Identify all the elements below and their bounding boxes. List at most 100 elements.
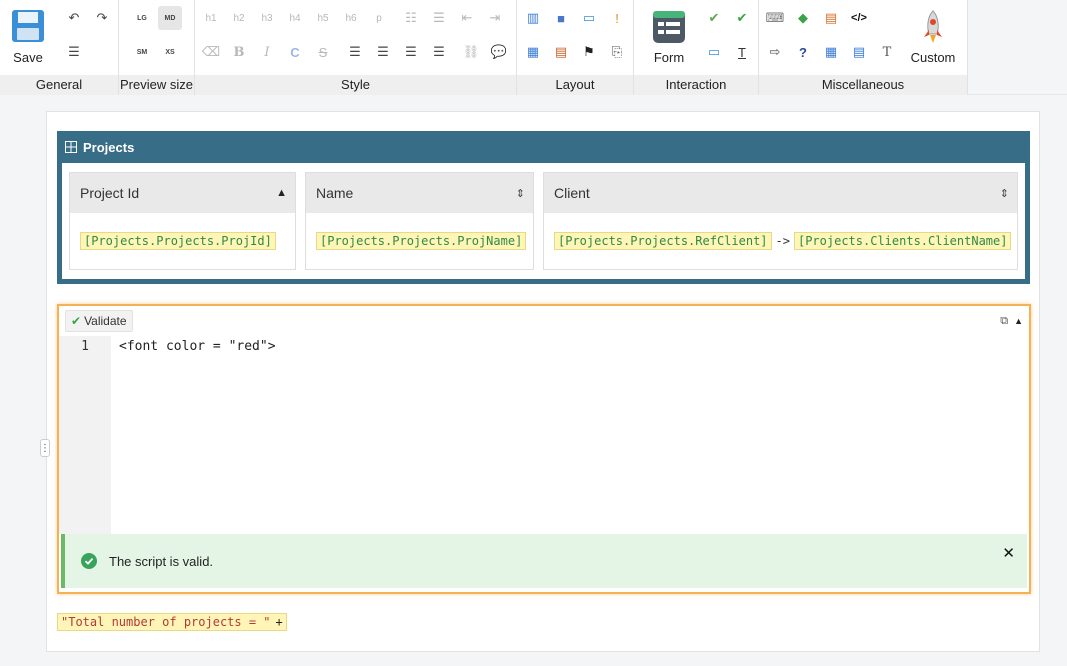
code-icon[interactable]: </>	[847, 6, 871, 30]
save-button[interactable]	[11, 9, 45, 43]
script-editor[interactable]: ✔ Validate ⧉ ▲ 1 <font color = "red"> Th…	[57, 304, 1031, 594]
align-right-icon[interactable]: ☰	[399, 40, 423, 64]
comment-icon[interactable]: 💬	[487, 40, 511, 64]
strikethrough-button[interactable]: S	[311, 40, 335, 64]
column-cell: [Projects.Projects.RefClient] -> [Projec…	[544, 213, 1017, 269]
total-expression[interactable]: "Total number of projects = " +	[57, 613, 287, 631]
custom-button[interactable]	[917, 10, 949, 44]
paragraph-button[interactable]: p	[367, 6, 391, 30]
group-label-style: Style	[195, 75, 516, 95]
report-icon[interactable]: ▤	[549, 40, 573, 64]
table-icon[interactable]: ▦	[521, 40, 545, 64]
custom-label: Custom	[910, 50, 956, 65]
check-icon: ✔	[71, 314, 82, 328]
window-icon[interactable]: ▭	[577, 6, 601, 30]
preview-md-button[interactable]: MD	[158, 6, 182, 30]
column-project-id[interactable]: Project Id ▲ [Projects.Projects.ProjId]	[69, 172, 296, 270]
close-icon[interactable]: ✕	[1002, 544, 1015, 562]
align-justify-icon[interactable]: ☰	[427, 40, 451, 64]
form-button[interactable]	[652, 10, 686, 44]
preview-lg-button[interactable]: LG	[130, 6, 154, 30]
page-canvas: Projects Project Id ▲ [Projects.Projects…	[46, 111, 1040, 652]
column-cell: [Projects.Projects.ProjName]	[306, 213, 533, 269]
alert-box-icon[interactable]: !	[605, 6, 629, 30]
check-icon[interactable]: ✔	[730, 6, 754, 30]
group-label-general: General	[0, 75, 118, 95]
italic-button[interactable]: I	[255, 40, 279, 64]
group-label-preview-size: Preview size	[119, 75, 194, 95]
field-placeholder[interactable]: [Projects.Projects.ProjName]	[316, 232, 527, 250]
column-header-client[interactable]: Client ⇕	[544, 173, 1017, 213]
ordered-list-icon[interactable]: ☷	[399, 6, 423, 30]
preview-xs-button[interactable]: XS	[158, 40, 182, 64]
columns-icon[interactable]: ▥	[521, 6, 545, 30]
arrow-right-icon[interactable]: ⇨	[763, 40, 787, 64]
text-color-button[interactable]: C	[283, 40, 307, 64]
text-tool-button[interactable]: T	[875, 40, 899, 64]
validate-field-icon[interactable]: ✔	[702, 6, 726, 30]
save-label: Save	[13, 50, 43, 65]
flag-icon[interactable]: ⚑	[577, 40, 601, 64]
resize-handle[interactable]: ⋮	[40, 439, 50, 457]
link-icon[interactable]: ⛓	[459, 40, 483, 64]
grid-view-icon[interactable]: ▦	[819, 40, 843, 64]
operator: +	[275, 615, 283, 629]
block-icon[interactable]: ■	[549, 6, 573, 30]
heading-h1-button[interactable]: h1	[199, 6, 223, 30]
list-view-icon[interactable]: ▤	[847, 40, 871, 64]
field-placeholder[interactable]: [Projects.Clients.ClientName]	[793, 232, 1012, 250]
rocket-icon	[924, 10, 942, 43]
column-header-project-id[interactable]: Project Id ▲	[70, 173, 295, 213]
button-control-icon[interactable]: ▭	[702, 40, 726, 64]
redo-icon[interactable]: ↷	[90, 6, 114, 30]
indent-icon[interactable]: ⇥	[483, 6, 507, 30]
h3-label: h3	[261, 12, 273, 24]
heading-h3-button[interactable]: h3	[255, 6, 279, 30]
collapse-icon[interactable]: ▲	[1014, 316, 1023, 326]
expand-icon[interactable]: ⧉	[1000, 315, 1008, 328]
sort-icon[interactable]: ▲	[276, 187, 287, 199]
string-literal: "Total number of projects = "	[61, 615, 271, 629]
group-preview-size: LG MD SM XS Preview size	[119, 0, 195, 95]
unordered-list-icon[interactable]: ☰	[427, 6, 451, 30]
heading-h5-button[interactable]: h5	[311, 6, 335, 30]
projects-table-block[interactable]: Projects Project Id ▲ [Projects.Projects…	[57, 131, 1030, 284]
bold-button[interactable]: B	[227, 40, 251, 64]
validate-label: Validate	[84, 314, 127, 328]
column-header-name[interactable]: Name ⇕	[306, 173, 533, 213]
field-placeholder[interactable]: [Projects.Projects.ProjId]	[80, 232, 276, 250]
text-input-icon[interactable]: T	[730, 40, 754, 64]
h4-label: h4	[289, 12, 301, 24]
page-break-icon[interactable]: ⎘	[605, 40, 629, 64]
eraser-icon[interactable]: ⌫	[199, 40, 223, 64]
code-area[interactable]: 1 <font color = "red">	[59, 336, 1029, 534]
column-name[interactable]: Name ⇕ [Projects.Projects.ProjName]	[305, 172, 534, 270]
code-line[interactable]: <font color = "red">	[119, 339, 276, 354]
editor-toolbar: ✔ Validate ⧉ ▲	[59, 306, 1029, 336]
format-list-icon[interactable]: ☰	[62, 40, 86, 64]
document-icon[interactable]: ▤	[819, 6, 843, 30]
column-client[interactable]: Client ⇕ [Projects.Projects.RefClient] -…	[543, 172, 1018, 270]
h5-label: h5	[317, 12, 329, 24]
group-miscellaneous: ⌨ ◆ ▤ </> ⇨ ? ▦ ▤ T Custom Miscellaneous	[759, 0, 968, 95]
heading-h4-button[interactable]: h4	[283, 6, 307, 30]
sort-icon[interactable]: ⇕	[516, 187, 525, 200]
group-general: Save ↶ ↷ ☰ General	[0, 0, 119, 95]
italic-label: I	[264, 44, 270, 60]
sort-icon[interactable]: ⇕	[1000, 187, 1009, 200]
group-interaction: Form ✔ ✔ ▭ T Interaction	[634, 0, 759, 95]
outdent-icon[interactable]: ⇤	[455, 6, 479, 30]
map-icon[interactable]: ◆	[791, 6, 815, 30]
validate-button[interactable]: ✔ Validate	[65, 310, 133, 332]
field-placeholder[interactable]: [Projects.Projects.RefClient]	[554, 232, 772, 250]
heading-h6-button[interactable]: h6	[339, 6, 363, 30]
ribbon-toolbar: Save ↶ ↷ ☰ General LG MD SM XS Preview s…	[0, 0, 968, 95]
heading-h2-button[interactable]: h2	[227, 6, 251, 30]
undo-icon[interactable]: ↶	[62, 6, 86, 30]
help-icon[interactable]: ?	[791, 40, 815, 64]
alert-message: The script is valid.	[109, 553, 214, 569]
align-center-icon[interactable]: ☰	[371, 40, 395, 64]
keyboard-icon[interactable]: ⌨	[763, 6, 787, 30]
align-left-icon[interactable]: ☰	[343, 40, 367, 64]
preview-sm-button[interactable]: SM	[130, 40, 154, 64]
